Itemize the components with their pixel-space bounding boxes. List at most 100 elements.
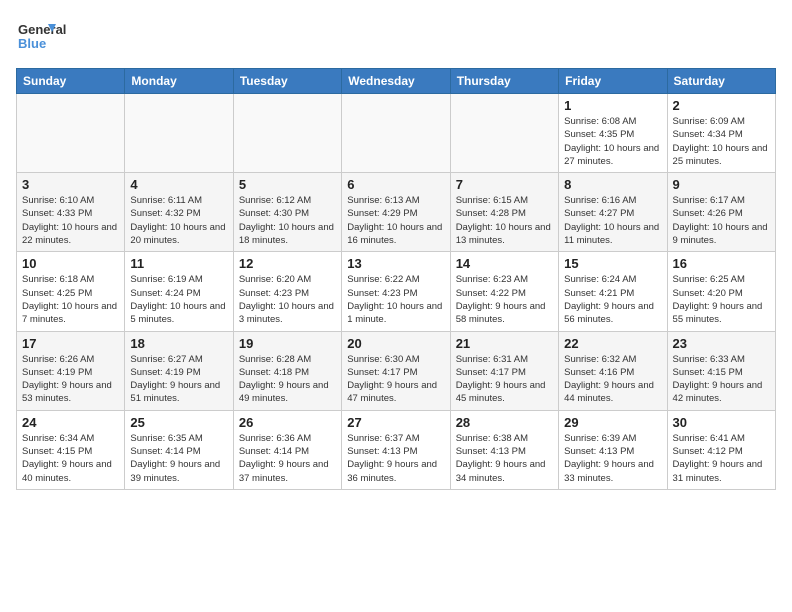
- day-number: 22: [564, 336, 661, 351]
- day-info: Sunrise: 6:10 AM Sunset: 4:33 PM Dayligh…: [22, 194, 119, 247]
- day-cell: 8 Sunrise: 6:16 AM Sunset: 4:27 PM Daylig…: [559, 173, 667, 252]
- day-info: Sunrise: 6:31 AM Sunset: 4:17 PM Dayligh…: [456, 353, 553, 406]
- day-number: 26: [239, 415, 336, 430]
- logo-icon: General Blue: [16, 16, 96, 56]
- svg-text:Blue: Blue: [18, 36, 46, 51]
- day-cell: 23 Sunrise: 6:33 AM Sunset: 4:15 PM Dayli…: [667, 331, 775, 410]
- day-cell: 24 Sunrise: 6:34 AM Sunset: 4:15 PM Dayli…: [17, 410, 125, 489]
- day-info: Sunrise: 6:30 AM Sunset: 4:17 PM Dayligh…: [347, 353, 444, 406]
- day-cell: 6 Sunrise: 6:13 AM Sunset: 4:29 PM Daylig…: [342, 173, 450, 252]
- day-number: 12: [239, 256, 336, 271]
- day-number: 24: [22, 415, 119, 430]
- day-number: 29: [564, 415, 661, 430]
- day-cell: 1 Sunrise: 6:08 AM Sunset: 4:35 PM Daylig…: [559, 94, 667, 173]
- day-number: 25: [130, 415, 227, 430]
- calendar-row-4: 24 Sunrise: 6:34 AM Sunset: 4:15 PM Dayli…: [17, 410, 776, 489]
- day-number: 21: [456, 336, 553, 351]
- day-number: 19: [239, 336, 336, 351]
- day-number: 20: [347, 336, 444, 351]
- day-cell: 4Sunrise: 6:11 AM Sunset: 4:32 PM Daylig…: [125, 173, 233, 252]
- day-cell: 17 Sunrise: 6:26 AM Sunset: 4:19 PM Dayli…: [17, 331, 125, 410]
- day-cell: 19 Sunrise: 6:28 AM Sunset: 4:18 PM Dayli…: [233, 331, 341, 410]
- day-cell: [342, 94, 450, 173]
- day-info: Sunrise: 6:27 AM Sunset: 4:19 PM Dayligh…: [130, 353, 227, 406]
- day-number: 17: [22, 336, 119, 351]
- day-cell: 30 Sunrise: 6:41 AM Sunset: 4:12 PM Dayli…: [667, 410, 775, 489]
- day-cell: 9Sunrise: 6:17 AM Sunset: 4:26 PM Daylig…: [667, 173, 775, 252]
- day-number: 1: [564, 98, 661, 113]
- day-cell: [125, 94, 233, 173]
- day-cell: [17, 94, 125, 173]
- day-cell: [233, 94, 341, 173]
- day-cell: 18 Sunrise: 6:27 AM Sunset: 4:19 PM Dayli…: [125, 331, 233, 410]
- day-number: 30: [673, 415, 770, 430]
- day-cell: 5 Sunrise: 6:12 AM Sunset: 4:30 PM Daylig…: [233, 173, 341, 252]
- day-cell: 13 Sunrise: 6:22 AM Sunset: 4:23 PM Dayli…: [342, 252, 450, 331]
- day-info: Sunrise: 6:26 AM Sunset: 4:19 PM Dayligh…: [22, 353, 119, 406]
- day-header-saturday: Saturday: [667, 69, 775, 94]
- day-info: Sunrise: 6:36 AM Sunset: 4:14 PM Dayligh…: [239, 432, 336, 485]
- day-cell: 3Sunrise: 6:10 AM Sunset: 4:33 PM Daylig…: [17, 173, 125, 252]
- day-cell: 15 Sunrise: 6:24 AM Sunset: 4:21 PM Dayli…: [559, 252, 667, 331]
- day-info: Sunrise: 6:18 AM Sunset: 4:25 PM Dayligh…: [22, 273, 119, 326]
- day-info: Sunrise: 6:33 AM Sunset: 4:15 PM Dayligh…: [673, 353, 770, 406]
- day-header-monday: Monday: [125, 69, 233, 94]
- page-header: General Blue: [16, 16, 776, 56]
- logo: General Blue: [16, 16, 96, 56]
- day-number: 9: [673, 177, 770, 192]
- calendar-row-2: 10Sunrise: 6:18 AM Sunset: 4:25 PM Dayli…: [17, 252, 776, 331]
- day-number: 5: [239, 177, 336, 192]
- day-header-friday: Friday: [559, 69, 667, 94]
- day-number: 28: [456, 415, 553, 430]
- day-header-sunday: Sunday: [17, 69, 125, 94]
- svg-text:General: General: [18, 22, 66, 37]
- day-info: Sunrise: 6:12 AM Sunset: 4:30 PM Dayligh…: [239, 194, 336, 247]
- day-header-thursday: Thursday: [450, 69, 558, 94]
- calendar-row-0: 1 Sunrise: 6:08 AM Sunset: 4:35 PM Daylig…: [17, 94, 776, 173]
- day-info: Sunrise: 6:38 AM Sunset: 4:13 PM Dayligh…: [456, 432, 553, 485]
- day-number: 14: [456, 256, 553, 271]
- day-info: Sunrise: 6:35 AM Sunset: 4:14 PM Dayligh…: [130, 432, 227, 485]
- day-number: 13: [347, 256, 444, 271]
- day-info: Sunrise: 6:13 AM Sunset: 4:29 PM Dayligh…: [347, 194, 444, 247]
- day-number: 11: [130, 256, 227, 271]
- calendar-row-1: 3Sunrise: 6:10 AM Sunset: 4:33 PM Daylig…: [17, 173, 776, 252]
- day-number: 18: [130, 336, 227, 351]
- day-number: 15: [564, 256, 661, 271]
- day-info: Sunrise: 6:25 AM Sunset: 4:20 PM Dayligh…: [673, 273, 770, 326]
- day-cell: 12Sunrise: 6:20 AM Sunset: 4:23 PM Dayli…: [233, 252, 341, 331]
- day-number: 2: [673, 98, 770, 113]
- day-info: Sunrise: 6:19 AM Sunset: 4:24 PM Dayligh…: [130, 273, 227, 326]
- day-number: 16: [673, 256, 770, 271]
- day-cell: 21 Sunrise: 6:31 AM Sunset: 4:17 PM Dayli…: [450, 331, 558, 410]
- calendar-header-row: SundayMondayTuesdayWednesdayThursdayFrid…: [17, 69, 776, 94]
- day-cell: 7Sunrise: 6:15 AM Sunset: 4:28 PM Daylig…: [450, 173, 558, 252]
- day-number: 8: [564, 177, 661, 192]
- day-number: 23: [673, 336, 770, 351]
- day-cell: 28 Sunrise: 6:38 AM Sunset: 4:13 PM Dayli…: [450, 410, 558, 489]
- calendar-table: SundayMondayTuesdayWednesdayThursdayFrid…: [16, 68, 776, 490]
- day-info: Sunrise: 6:28 AM Sunset: 4:18 PM Dayligh…: [239, 353, 336, 406]
- day-info: Sunrise: 6:23 AM Sunset: 4:22 PM Dayligh…: [456, 273, 553, 326]
- day-cell: 14 Sunrise: 6:23 AM Sunset: 4:22 PM Dayli…: [450, 252, 558, 331]
- calendar-body: 1 Sunrise: 6:08 AM Sunset: 4:35 PM Daylig…: [17, 94, 776, 490]
- day-cell: 10Sunrise: 6:18 AM Sunset: 4:25 PM Dayli…: [17, 252, 125, 331]
- day-info: Sunrise: 6:24 AM Sunset: 4:21 PM Dayligh…: [564, 273, 661, 326]
- day-info: Sunrise: 6:11 AM Sunset: 4:32 PM Dayligh…: [130, 194, 227, 247]
- day-info: Sunrise: 6:16 AM Sunset: 4:27 PM Dayligh…: [564, 194, 661, 247]
- day-info: Sunrise: 6:08 AM Sunset: 4:35 PM Dayligh…: [564, 115, 661, 168]
- day-info: Sunrise: 6:37 AM Sunset: 4:13 PM Dayligh…: [347, 432, 444, 485]
- day-cell: 29 Sunrise: 6:39 AM Sunset: 4:13 PM Dayli…: [559, 410, 667, 489]
- day-number: 7: [456, 177, 553, 192]
- day-cell: 27Sunrise: 6:37 AM Sunset: 4:13 PM Dayli…: [342, 410, 450, 489]
- day-number: 6: [347, 177, 444, 192]
- day-info: Sunrise: 6:22 AM Sunset: 4:23 PM Dayligh…: [347, 273, 444, 326]
- calendar-row-3: 17 Sunrise: 6:26 AM Sunset: 4:19 PM Dayli…: [17, 331, 776, 410]
- day-info: Sunrise: 6:39 AM Sunset: 4:13 PM Dayligh…: [564, 432, 661, 485]
- day-cell: 20 Sunrise: 6:30 AM Sunset: 4:17 PM Dayli…: [342, 331, 450, 410]
- day-cell: 2 Sunrise: 6:09 AM Sunset: 4:34 PM Daylig…: [667, 94, 775, 173]
- day-info: Sunrise: 6:34 AM Sunset: 4:15 PM Dayligh…: [22, 432, 119, 485]
- day-cell: [450, 94, 558, 173]
- day-info: Sunrise: 6:41 AM Sunset: 4:12 PM Dayligh…: [673, 432, 770, 485]
- day-info: Sunrise: 6:09 AM Sunset: 4:34 PM Dayligh…: [673, 115, 770, 168]
